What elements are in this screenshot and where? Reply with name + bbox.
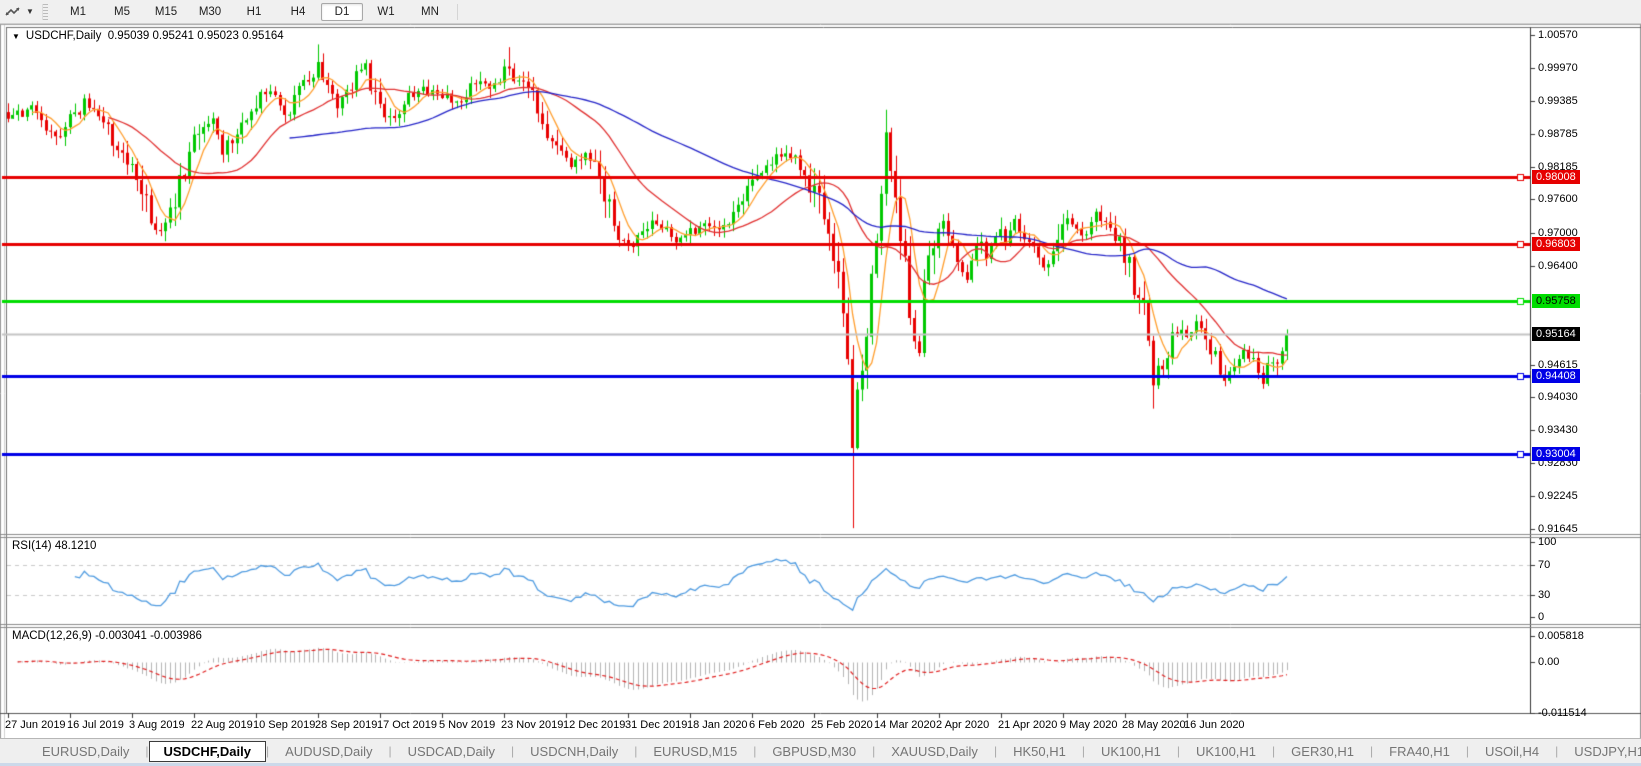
timeframe-button-m30[interactable]: M30 <box>189 3 231 21</box>
macd-tick-label: -0.011514 <box>1538 707 1587 719</box>
price-tick-label: 1.00570 <box>1538 29 1578 41</box>
date-tick-label: 21 Apr 2020 <box>998 719 1058 731</box>
quote-low: 0.95023 <box>197 30 239 42</box>
timeframe-button-d1[interactable]: D1 <box>321 2 363 21</box>
price-tick-label: 0.97600 <box>1538 193 1578 205</box>
tab-uk100-h1[interactable]: UK100,H1 <box>1085 742 1177 761</box>
timeframe-button-h4[interactable]: H4 <box>277 3 319 21</box>
date-tick-label: 16 Jul 2019 <box>67 719 124 731</box>
date-tick-label: 2 Apr 2020 <box>936 719 990 731</box>
date-tick-label: 22 Aug 2019 <box>191 719 253 731</box>
toolbar-grip[interactable] <box>42 3 48 20</box>
price-tick-label: 0.92245 <box>1538 490 1578 502</box>
timeframes-toolbar-icon[interactable] <box>2 3 24 21</box>
macd-tick-label: 0.00 <box>1538 656 1560 668</box>
tab-xauusd-daily[interactable]: XAUUSD,Daily <box>875 742 994 761</box>
tab-usdjpy-h1[interactable]: USDJPY,H1 <box>1558 742 1641 761</box>
price-tag-label: 0.93004 <box>1532 447 1580 461</box>
timeframe-button-m15[interactable]: M15 <box>145 3 187 21</box>
date-tick-label: 18 Jan 2020 <box>687 719 748 731</box>
price-tick-label: 0.96400 <box>1538 260 1578 272</box>
tab-uk100-h1[interactable]: UK100,H1 <box>1180 742 1272 761</box>
chart-symbol-label: USDCHF,Daily <box>25 30 102 42</box>
date-tick-label: 27 Jun 2019 <box>5 719 66 731</box>
tab-eurusd-m15[interactable]: EURUSD,M15 <box>637 742 753 761</box>
rsi-tick-label: 100 <box>1538 536 1557 548</box>
price-tick-label: 0.94030 <box>1538 391 1578 403</box>
tab-usdcad-daily[interactable]: USDCAD,Daily <box>392 742 511 761</box>
timeframe-button-mn[interactable]: MN <box>409 3 451 21</box>
chart-tab-bar: EURUSD,Daily | USDCHF,Daily | AUDUSD,Daily | U… <box>0 738 1641 763</box>
price-tick-label: 0.93430 <box>1538 424 1578 436</box>
rsi-tick-label: 30 <box>1538 589 1551 601</box>
tab-usdcnh-daily[interactable]: USDCNH,Daily <box>514 742 634 761</box>
date-tick-label: 25 Feb 2020 <box>811 719 873 731</box>
rsi-indicator-label: RSI(14) 48.1210 <box>12 540 97 552</box>
timeframe-button-h1[interactable]: H1 <box>233 3 275 21</box>
date-tick-label: 9 May 2020 <box>1060 719 1118 731</box>
toolbar-separator <box>457 3 458 20</box>
price-tag-label: 0.94408 <box>1532 369 1580 383</box>
date-tick-label: 6 Feb 2020 <box>749 719 805 731</box>
date-tick-label: 28 Sep 2019 <box>315 719 378 731</box>
tab-gbpusd-m30[interactable]: GBPUSD,M30 <box>756 742 872 761</box>
macd-indicator-label: MACD(12,26,9) -0.003041 -0.003986 <box>12 630 202 642</box>
timeframe-button-m1[interactable]: M1 <box>57 3 99 21</box>
timeframe-button-w1[interactable]: W1 <box>365 3 407 21</box>
quote-high: 0.95241 <box>152 30 195 42</box>
date-tick-label: 17 Oct 2019 <box>377 719 437 731</box>
price-tick-label: 0.99970 <box>1538 62 1578 74</box>
price-tick-label: 0.91645 <box>1538 523 1578 535</box>
price-tag-label: 0.98008 <box>1532 170 1580 184</box>
tab-hk50-h1[interactable]: HK50,H1 <box>997 742 1082 761</box>
tab-audusd-daily[interactable]: AUDUSD,Daily <box>269 742 388 761</box>
tab-ger30-h1[interactable]: GER30,H1 <box>1275 742 1370 761</box>
macd-tick-label: 0.005818 <box>1538 630 1584 642</box>
tab-eurusd-daily[interactable]: EURUSD,Daily <box>26 742 145 761</box>
date-tick-label: 16 Jun 2020 <box>1184 719 1245 731</box>
chart-canvas[interactable] <box>0 0 1641 766</box>
price-tick-label: 0.99385 <box>1538 95 1578 107</box>
tab-usoil-h4[interactable]: USOil,H4 <box>1469 742 1555 761</box>
timeframes-toolbar: ▼ M1 M5 M15 M30 H1 H4 D1 W1 MN <box>0 0 1641 24</box>
chart-title: ▼ USDCHF,Daily 0.95039 0.95241 0.95023 0.… <box>12 30 284 42</box>
price-tag-label: 0.95164 <box>1532 327 1580 341</box>
price-tag-label: 0.95758 <box>1532 294 1580 308</box>
price-tick-label: 0.98785 <box>1538 128 1578 140</box>
chart-context-dropdown-icon[interactable]: ▼ <box>12 32 20 41</box>
timeframe-button-m5[interactable]: M5 <box>101 3 143 21</box>
mt4-window: ▼ M1 M5 M15 M30 H1 H4 D1 W1 MN ▼ USDCHF,Daily 0.9… <box>0 0 1641 766</box>
date-tick-label: 12 Dec 2019 <box>563 719 626 731</box>
date-tick-label: 23 Nov 2019 <box>501 719 564 731</box>
rsi-tick-label: 0 <box>1538 611 1545 623</box>
tab-usdchf-daily[interactable]: USDCHF,Daily <box>148 740 266 762</box>
price-tag-label: 0.96803 <box>1532 237 1580 251</box>
rsi-tick-label: 70 <box>1538 559 1551 571</box>
date-tick-label: 14 Mar 2020 <box>874 719 936 731</box>
date-tick-label: 10 Sep 2019 <box>253 719 316 731</box>
toolbar-dropdown-caret[interactable]: ▼ <box>24 7 36 16</box>
tab-fra40-h1[interactable]: FRA40,H1 <box>1373 742 1466 761</box>
quote-open: 0.95039 <box>107 30 150 42</box>
date-tick-label: 31 Dec 2019 <box>625 719 688 731</box>
date-tick-label: 5 Nov 2019 <box>439 719 496 731</box>
date-tick-label: 3 Aug 2019 <box>129 719 185 731</box>
quote-close: 0.95164 <box>242 30 284 42</box>
date-tick-label: 28 May 2020 <box>1122 719 1186 731</box>
